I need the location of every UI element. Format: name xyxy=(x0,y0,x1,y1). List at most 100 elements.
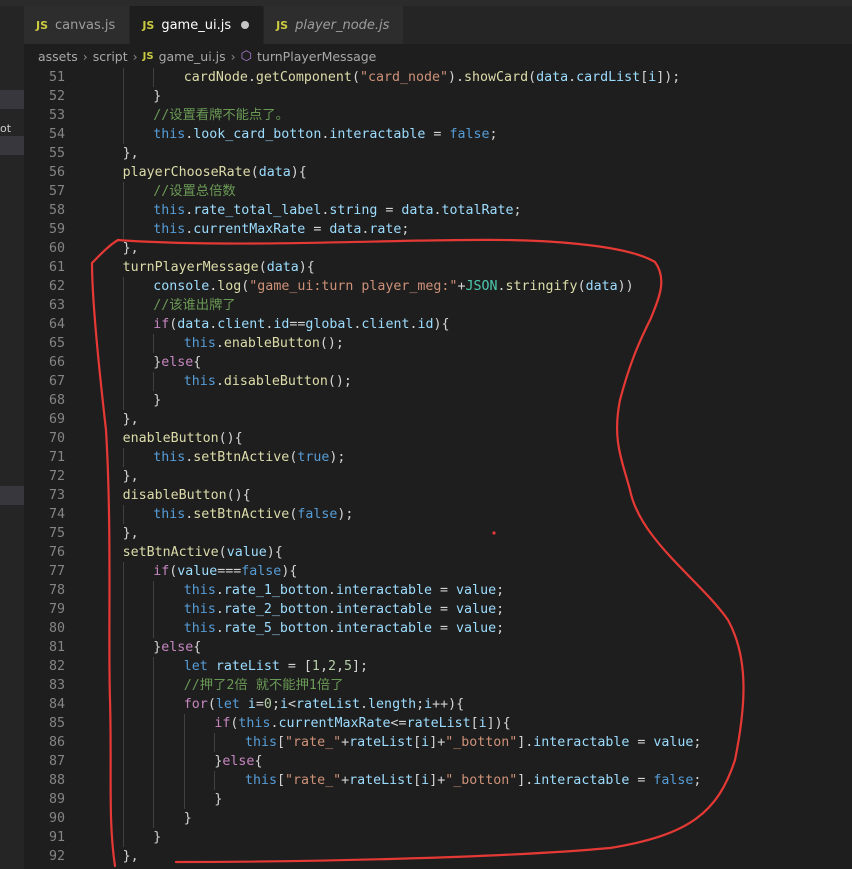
code-token: <= xyxy=(390,716,407,731)
code-token: "_botton" xyxy=(445,773,518,788)
code-token: getComponent xyxy=(255,70,352,85)
line-number: 91 xyxy=(48,830,65,845)
explorer-item-label[interactable]: ot xyxy=(0,122,11,135)
code-token: . xyxy=(327,583,336,598)
code-line[interactable]: 87}else{ xyxy=(24,752,852,771)
code-line[interactable]: 91} xyxy=(24,828,852,847)
code-line[interactable]: 63 //该谁出牌了 xyxy=(24,296,852,315)
tab-game-ui-js[interactable]: JS game_ui.js xyxy=(130,6,265,44)
code-token: value xyxy=(653,735,694,750)
code-line[interactable]: 51 cardNode.getComponent("card_node").sho… xyxy=(24,68,852,87)
code-token: }, xyxy=(122,526,139,541)
breadcrumb-item-symbol[interactable]: turnPlayerMessage xyxy=(257,49,376,64)
line-number: 53 xyxy=(48,108,65,123)
tab-canvas-js[interactable]: JS canvas.js xyxy=(24,6,131,44)
code-token: ; xyxy=(693,735,702,750)
code-line[interactable]: 58 this.rate_total_label.string = data.to… xyxy=(24,201,852,220)
code-line[interactable]: 68} xyxy=(24,391,852,410)
code-token: , xyxy=(319,659,328,674)
indent-guide xyxy=(122,638,124,657)
code-line[interactable]: 60}, xyxy=(24,239,852,258)
code-token: this xyxy=(153,507,186,522)
code-token: rate_2_botton xyxy=(223,602,328,617)
line-number: 84 xyxy=(48,697,65,712)
code-line[interactable]: 52} xyxy=(24,87,852,106)
code-token: }, xyxy=(122,241,139,256)
code-line[interactable]: 86 this["rate_"+rateList[i]+"_botton"].in… xyxy=(24,733,852,752)
code-token: = xyxy=(377,203,402,218)
code-token: data xyxy=(329,222,362,237)
code-editor[interactable]: 51 cardNode.getComponent("card_node").sho… xyxy=(24,68,852,869)
code-line[interactable]: 80 this.rate_5_botton.interactable = valu… xyxy=(24,619,852,638)
line-number: 78 xyxy=(48,583,65,598)
indent-guide xyxy=(122,828,124,847)
code-token: ( xyxy=(577,279,586,294)
line-number: 75 xyxy=(48,526,65,541)
code-token: console xyxy=(153,279,210,294)
code-token: } xyxy=(153,393,162,408)
code-token: { xyxy=(193,355,202,370)
code-line[interactable]: 75}, xyxy=(24,524,852,543)
explorer-selected-row[interactable] xyxy=(0,486,24,505)
code-line[interactable]: 83 //押了2倍 就不能押1倍了 xyxy=(24,676,852,695)
code-token: value xyxy=(177,564,218,579)
code-line[interactable]: 70 enableButton(){ xyxy=(24,429,852,448)
indent-guide xyxy=(153,334,155,353)
code-token: ; xyxy=(496,602,505,617)
indent-guide xyxy=(183,771,185,790)
code-line[interactable]: 65 this.enableButton(); xyxy=(24,334,852,353)
code-line[interactable]: 57 //设置总倍数 xyxy=(24,182,852,201)
line-number: 61 xyxy=(48,260,65,275)
code-token: this xyxy=(238,716,271,731)
explorer-selected-row[interactable] xyxy=(0,136,24,155)
tab-player-node-js[interactable]: JS player_node.js xyxy=(264,6,405,44)
code-line[interactable]: 59 this.currentMaxRate = data.rate; xyxy=(24,220,852,239)
explorer-selected-row[interactable] xyxy=(0,90,24,109)
code-line[interactable]: 61 turnPlayerMessage(data){ xyxy=(24,258,852,277)
code-line[interactable]: 73 disableButton(){ xyxy=(24,486,852,505)
code-line[interactable]: 79 this.rate_2_botton.interactable = valu… xyxy=(24,600,852,619)
code-line[interactable]: 66}else{ xyxy=(24,353,852,372)
code-line[interactable]: 92}, xyxy=(24,847,852,866)
code-token: else xyxy=(161,640,194,655)
code-line[interactable]: 67 this.disableButton(); xyxy=(24,372,852,391)
code-line[interactable]: 78 this.rate_1_botton.interactable = valu… xyxy=(24,581,852,600)
code-line[interactable]: 53 //设置看牌不能点了。 xyxy=(24,106,852,125)
code-line[interactable]: 89} xyxy=(24,790,852,809)
code-token: ]+ xyxy=(429,735,446,750)
indent-guide xyxy=(122,296,124,315)
line-number: 64 xyxy=(48,317,65,332)
code-line[interactable]: 76 setBtnActive(value){ xyxy=(24,543,852,562)
code-line[interactable]: 82 let rateList = [1,2,5]; xyxy=(24,657,852,676)
code-token: setBtnActive xyxy=(122,545,219,560)
code-line[interactable]: 90} xyxy=(24,809,852,828)
code-line[interactable]: 81}else{ xyxy=(24,638,852,657)
breadcrumb-item-file[interactable]: game_ui.js xyxy=(159,49,226,64)
code-line[interactable]: 64 if(data.client.id==global.client.id){ xyxy=(24,315,852,334)
code-text: cardNode.getComponent("card_node").showC… xyxy=(184,68,680,87)
code-token: = xyxy=(305,222,330,237)
method-cube-icon: ⬡ xyxy=(240,48,253,64)
breadcrumb-item-assets[interactable]: assets xyxy=(38,49,78,64)
code-token: ]. xyxy=(517,773,534,788)
code-text: }, xyxy=(123,847,139,866)
code-line[interactable]: 84 for(let i=0;i<rateList.length;i++){ xyxy=(24,695,852,714)
code-line[interactable]: 74 this.setBtnActive(false); xyxy=(24,505,852,524)
code-line[interactable]: 88 this["rate_"+rateList[i]+"_botton"].in… xyxy=(24,771,852,790)
code-line[interactable]: 85 if(this.currentMaxRate<=rateList[i]){ xyxy=(24,714,852,733)
code-line[interactable]: 55}, xyxy=(24,144,852,163)
code-line[interactable]: 69}, xyxy=(24,410,852,429)
code-line[interactable]: 72}, xyxy=(24,467,852,486)
explorer-sidebar[interactable]: ot xyxy=(0,6,24,869)
code-line[interactable]: 56 playerChooseRate(data){ xyxy=(24,163,852,182)
code-token: [ xyxy=(470,716,479,731)
code-line[interactable]: 54 this.look_card_botton.interactable = f… xyxy=(24,125,852,144)
indent-guide xyxy=(153,600,155,619)
code-line[interactable]: 62 console. log ("game_ui:turn player_meg:"… xyxy=(24,277,852,296)
code-line[interactable]: 77 if(value===false){ xyxy=(24,562,852,581)
code-line[interactable]: 71 this.setBtnActive(true); xyxy=(24,448,852,467)
code-text: playerChooseRate(data){ xyxy=(123,163,307,182)
unsaved-dot-icon[interactable] xyxy=(241,21,250,29)
code-token: . xyxy=(215,374,224,389)
breadcrumb-item-script[interactable]: script xyxy=(93,49,128,64)
